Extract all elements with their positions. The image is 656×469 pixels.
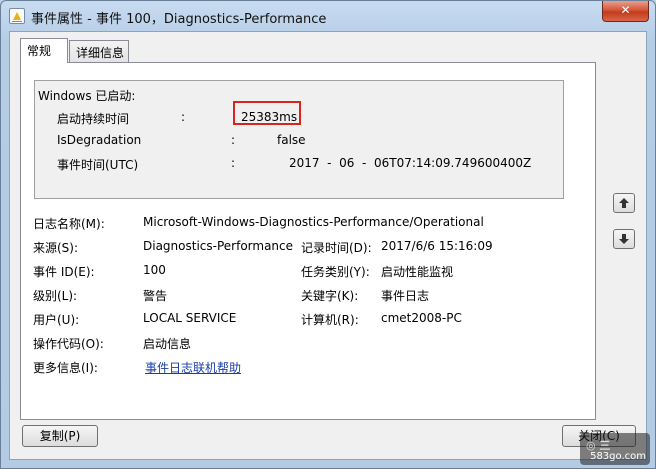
previous-event-button[interactable] xyxy=(613,193,635,213)
event-description-box[interactable]: Windows 已启动: 启动持续时间 : 25383ms IsDegradat… xyxy=(34,80,564,199)
computer-value[interactable]: cmet2008-PC xyxy=(381,311,462,325)
event-id-label: 事件 ID(E): xyxy=(33,265,95,279)
keywords-label: 关键字(K): xyxy=(301,289,359,303)
task-category-label: 任务类别(Y): xyxy=(301,265,370,279)
down-arrow-icon xyxy=(619,234,629,244)
source-label: 来源(S): xyxy=(33,241,79,255)
site-watermark: ◎ 三 583go.com xyxy=(580,433,650,465)
source-value[interactable]: Diagnostics-Performance xyxy=(143,239,293,253)
logged-value[interactable]: 2017/6/6 15:16:09 xyxy=(381,239,493,253)
close-icon[interactable]: ✕ xyxy=(602,1,649,22)
window-title: 事件属性 - 事件 100，Diagnostics-Performance xyxy=(31,12,327,27)
general-tab-panel: Windows 已启动: 启动持续时间 : 25383ms IsDegradat… xyxy=(20,62,596,420)
watermark-logo: ◎ 三 xyxy=(586,439,611,452)
computer-label: 计算机(R): xyxy=(301,313,359,327)
task-category-value[interactable]: 启动性能监视 xyxy=(381,263,453,280)
log-name-value[interactable]: Microsoft-Windows-Diagnostics-Performanc… xyxy=(143,215,484,229)
event-time-key: 事件时间(UTC) xyxy=(57,158,139,172)
event-warning-icon xyxy=(9,8,25,24)
next-event-button[interactable] xyxy=(613,229,635,249)
event-time-value: 2017 - 06 - 06T07:14:09.749600400Z xyxy=(289,156,532,170)
dialog-body: 常规 详细信息 Windows 已启动: 启动持续时间 : 25383ms Is… xyxy=(9,31,647,460)
log-name-label: 日志名称(M): xyxy=(33,217,105,231)
isdegradation-sep: : xyxy=(231,133,236,147)
isdegradation-value: false xyxy=(277,133,306,147)
boot-duration-key: 启动持续时间 xyxy=(57,112,130,126)
event-properties-window: 事件属性 - 事件 100，Diagnostics-Performance ✕ … xyxy=(0,0,656,469)
opcode-value[interactable]: 启动信息 xyxy=(143,335,191,352)
event-time-sep: : xyxy=(231,156,236,170)
description-heading: Windows 已启动: xyxy=(38,89,136,103)
copy-button[interactable]: 复制(P) xyxy=(22,425,98,447)
tab-details[interactable]: 详细信息 xyxy=(69,40,129,62)
keywords-value[interactable]: 事件日志 xyxy=(381,287,429,304)
more-info-label: 更多信息(I): xyxy=(33,361,98,375)
online-help-link[interactable]: 事件日志联机帮助 xyxy=(145,359,241,376)
tab-general[interactable]: 常规 xyxy=(20,38,68,63)
title-bar[interactable]: 事件属性 - 事件 100，Diagnostics-Performance ✕ xyxy=(1,1,655,31)
user-label: 用户(U): xyxy=(33,313,80,327)
logged-label: 记录时间(D): xyxy=(301,241,372,255)
up-arrow-icon xyxy=(619,198,629,208)
user-value[interactable]: LOCAL SERVICE xyxy=(143,311,236,325)
level-value[interactable]: 警告 xyxy=(143,287,167,304)
event-id-value[interactable]: 100 xyxy=(143,263,166,277)
isdegradation-key: IsDegradation xyxy=(57,133,142,147)
level-label: 级别(L): xyxy=(33,289,78,303)
boot-duration-sep: : xyxy=(181,110,186,124)
opcode-label: 操作代码(O): xyxy=(33,337,104,351)
boot-duration-value: 25383ms xyxy=(241,110,298,124)
